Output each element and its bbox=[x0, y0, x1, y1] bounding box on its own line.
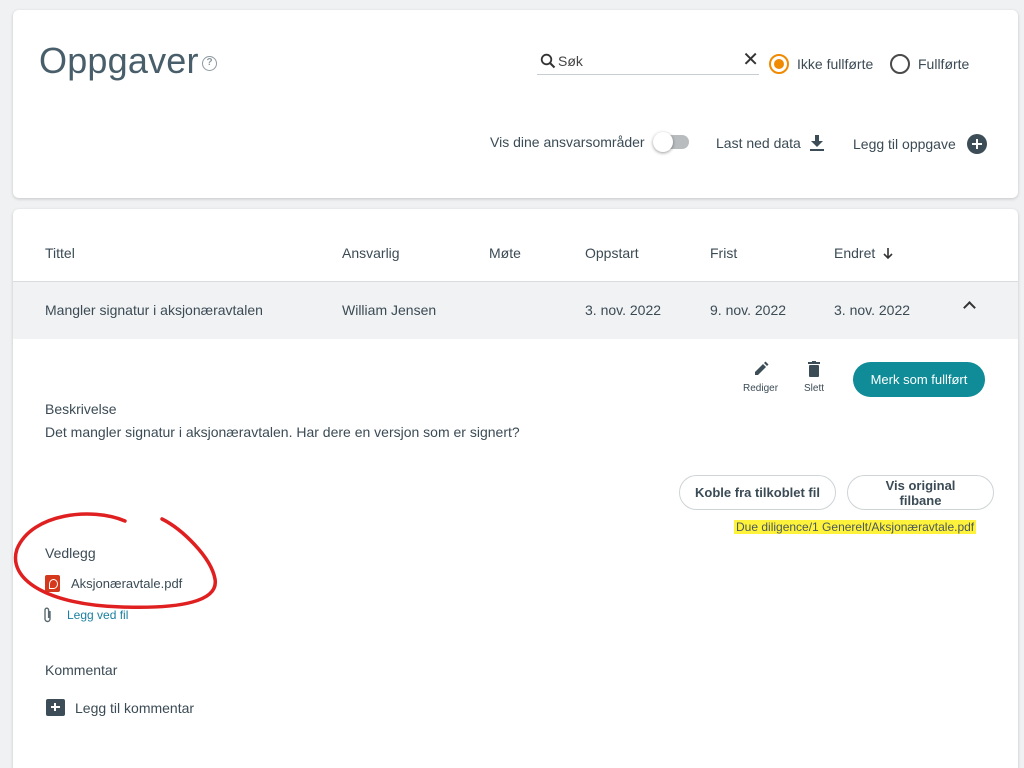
edit-label: Rediger bbox=[743, 383, 779, 394]
add-comment-label: Legg til kommentar bbox=[75, 699, 195, 716]
row-changed: 3. nov. 2022 bbox=[834, 302, 911, 318]
column-header-changed-label: Endret bbox=[834, 245, 876, 261]
delete-label: Slett bbox=[804, 383, 825, 394]
pdf-file-icon bbox=[45, 575, 60, 592]
trash-icon bbox=[808, 361, 820, 377]
page-title: Oppgaver bbox=[39, 40, 199, 81]
filter-complete-radio[interactable]: Fullførte bbox=[890, 53, 969, 75]
attachments-label: Vedlegg bbox=[45, 545, 96, 561]
clear-search-icon[interactable]: ✕ bbox=[742, 50, 759, 70]
add-comment-icon bbox=[46, 699, 65, 716]
paperclip-icon bbox=[44, 607, 51, 623]
row-title: Mangler signatur i aksjonæravtalen bbox=[45, 302, 263, 318]
help-icon[interactable]: ? bbox=[202, 56, 217, 71]
add-task-label: Legg til oppgave bbox=[853, 136, 956, 152]
responsibility-toggle[interactable] bbox=[652, 132, 689, 152]
detach-file-button[interactable]: Koble fra tilkoblet fil bbox=[679, 475, 836, 510]
mark-complete-button[interactable]: Merk som fullført bbox=[853, 362, 985, 397]
add-comment-button[interactable]: Legg til kommentar bbox=[46, 699, 194, 716]
add-file-button[interactable]: Legg ved fil bbox=[43, 607, 128, 623]
header-card: Oppgaver ? ✕ Ikke fullførte Fullførte Vi… bbox=[13, 10, 1018, 198]
original-file-path: Due diligence/1 Generelt/Aksjonæravtale.… bbox=[734, 520, 977, 534]
download-data-button[interactable]: Last ned data bbox=[716, 134, 825, 152]
column-header-changed[interactable]: Endret bbox=[834, 245, 894, 261]
row-start: 3. nov. 2022 bbox=[585, 302, 662, 318]
pencil-icon bbox=[754, 361, 769, 375]
filter-incomplete-radio[interactable]: Ikke fullførte bbox=[769, 53, 873, 75]
responsibility-toggle-control: Vis dine ansvarsområder bbox=[490, 132, 689, 152]
search-icon bbox=[540, 53, 556, 69]
attachment-item[interactable]: Aksjonæravtale.pdf bbox=[45, 575, 182, 592]
column-header-responsible[interactable]: Ansvarlig bbox=[342, 245, 400, 261]
row-due: 9. nov. 2022 bbox=[710, 302, 787, 318]
responsibility-toggle-label: Vis dine ansvarsområder bbox=[490, 134, 645, 150]
add-circle-icon bbox=[966, 134, 987, 154]
radio-checked-icon bbox=[769, 54, 789, 74]
radio-unchecked-icon bbox=[890, 54, 910, 74]
column-header-due[interactable]: Frist bbox=[710, 245, 737, 261]
comment-label: Kommentar bbox=[45, 662, 118, 678]
red-annotation-circle bbox=[13, 512, 217, 610]
column-header-start[interactable]: Oppstart bbox=[585, 245, 639, 261]
task-table-card: Tittel Ansvarlig Møte Oppstart Frist End… bbox=[13, 209, 1018, 768]
arrow-down-icon bbox=[883, 248, 893, 259]
filter-complete-label: Fullførte bbox=[918, 56, 970, 72]
toggle-knob bbox=[652, 132, 673, 152]
column-header-title[interactable]: Tittel bbox=[45, 245, 75, 261]
add-task-button[interactable]: Legg til oppgave bbox=[853, 134, 987, 154]
attachment-name: Aksjonæravtale.pdf bbox=[71, 576, 183, 591]
column-header-meeting[interactable]: Møte bbox=[489, 245, 521, 261]
table-row[interactable]: Mangler signatur i aksjonæravtalen Willi… bbox=[13, 282, 1018, 339]
search-box: ✕ bbox=[537, 50, 759, 75]
search-input[interactable] bbox=[558, 51, 728, 71]
chevron-up-icon[interactable] bbox=[963, 301, 976, 314]
download-data-label: Last ned data bbox=[716, 135, 801, 151]
download-icon bbox=[809, 135, 824, 151]
description-text: Det mangler signatur i aksjonæravtalen. … bbox=[45, 424, 520, 440]
show-original-path-button[interactable]: Vis original filbane bbox=[847, 475, 994, 510]
add-file-label: Legg ved fil bbox=[67, 608, 129, 622]
edit-button[interactable]: Rediger bbox=[743, 361, 778, 394]
description-label: Beskrivelse bbox=[45, 401, 117, 417]
filter-incomplete-label: Ikke fullførte bbox=[797, 56, 874, 72]
row-responsible: William Jensen bbox=[342, 302, 437, 318]
delete-button[interactable]: Slett bbox=[804, 361, 824, 394]
